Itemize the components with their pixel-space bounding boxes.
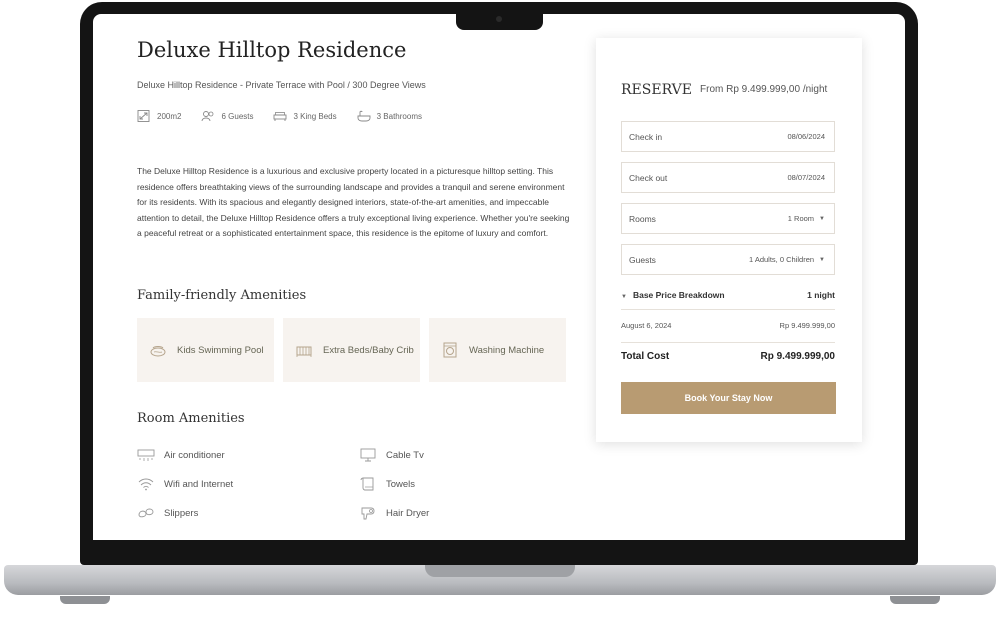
hair-dryer-icon <box>361 507 375 520</box>
room-amenity-label: Towels <box>386 478 416 490</box>
room-amenity-label: Slippers <box>164 507 199 519</box>
page-title: Deluxe Hilltop Residence <box>137 38 407 62</box>
bath-icon <box>357 110 371 122</box>
family-amenities-list: Kids Swimming Pool Extra Beds/Baby Crib … <box>137 318 566 382</box>
rooms-value: 1 Room <box>787 214 815 223</box>
amenity-label: Washing Machine <box>469 344 545 356</box>
page-subtitle: Deluxe Hilltop Residence - Private Terra… <box>137 80 426 90</box>
divider <box>621 342 835 343</box>
from-price: From Rp 9.499.999,00 /night <box>700 84 828 95</box>
total-cost-row: Total Cost Rp 9.499.999,00 <box>621 351 835 362</box>
check-out-value: 08/07/2024 <box>787 173 825 182</box>
spec-size: 200m2 <box>137 110 181 122</box>
spec-size-label: 200m2 <box>157 111 182 121</box>
tv-icon <box>360 448 376 462</box>
amenity-card-washing-machine: Washing Machine <box>429 318 566 382</box>
room-amenity-label: Hair Dryer <box>386 507 430 519</box>
breakdown-nights: 1 night <box>807 290 835 300</box>
guests-value: 1 Adults, 0 Children <box>749 255 815 264</box>
camera-notch <box>456 12 543 30</box>
reserve-heading: RESERVE <box>621 82 692 98</box>
rooms-label: Rooms <box>629 213 656 224</box>
room-amenity-label: Wifi and Internet <box>164 478 234 490</box>
property-specs: 200m2 6 Guests 3 King Beds 3 Bathrooms <box>137 110 422 122</box>
slippers-icon <box>138 508 154 518</box>
breakdown-label: Base Price Breakdown <box>632 290 725 300</box>
spec-guests-label: 6 Guests <box>221 111 254 121</box>
guests-label: Guests <box>629 254 656 265</box>
spec-guests: 6 Guests <box>201 110 253 122</box>
room-amenity-item: Cable Tv <box>359 448 424 462</box>
price-breakdown-toggle[interactable]: ▼ Base Price Breakdown 1 night <box>621 290 835 300</box>
total-label: Total Cost <box>621 351 670 362</box>
property-description: The Deluxe Hilltop Residence is a luxuri… <box>137 166 570 239</box>
reservation-card: RESERVE From Rp 9.499.999,00 /night Chec… <box>596 38 862 442</box>
room-amenity-item: Towels <box>359 477 415 491</box>
laptop-foot-left <box>60 596 110 604</box>
wifi-icon <box>138 478 154 491</box>
spec-bathrooms-label: 3 Bathrooms <box>376 111 422 121</box>
check-in-label: Check in <box>629 131 663 142</box>
guests-select[interactable]: Guests 1 Adults, 0 Children ▼ <box>621 244 835 275</box>
chevron-down-icon: ▼ <box>819 256 825 263</box>
room-amenity-item: Slippers <box>137 506 198 520</box>
family-amenities-heading: Family-friendly Amenities <box>137 288 307 303</box>
line-item-date: August 6, 2024 <box>621 321 672 330</box>
swimming-pool-icon <box>150 346 166 357</box>
bed-icon <box>274 112 287 121</box>
air-conditioner-icon <box>137 449 155 461</box>
room-amenity-label: Air conditioner <box>164 449 225 461</box>
check-out-field[interactable]: Check out 08/07/2024 <box>621 162 835 193</box>
check-in-field[interactable]: Check in 08/06/2024 <box>621 121 835 152</box>
spec-bathrooms: 3 Bathrooms <box>357 110 422 122</box>
room-amenities-heading: Room Amenities <box>137 411 245 426</box>
guests-icon <box>202 111 214 122</box>
line-item-price: Rp 9.499.999,00 <box>779 321 835 330</box>
laptop-foot-right <box>890 596 940 604</box>
crib-icon <box>296 346 312 357</box>
check-out-label: Check out <box>629 172 668 183</box>
chevron-down-icon: ▼ <box>621 294 627 300</box>
amenity-card-crib: Extra Beds/Baby Crib <box>283 318 420 382</box>
total-value: Rp 9.499.999,00 <box>760 351 836 362</box>
amenity-label: Kids Swimming Pool <box>177 344 264 356</box>
check-in-value: 08/06/2024 <box>787 132 825 141</box>
price-line-item: August 6, 2024 Rp 9.499.999,00 <box>621 321 835 330</box>
amenity-card-pool: Kids Swimming Pool <box>137 318 274 382</box>
washing-machine-icon <box>443 342 457 358</box>
room-amenity-item: Wifi and Internet <box>137 477 233 491</box>
towel-icon <box>360 477 374 491</box>
size-icon <box>137 110 150 122</box>
room-amenity-item: Air conditioner <box>137 448 225 462</box>
laptop-opening-notch <box>425 565 575 577</box>
rooms-select[interactable]: Rooms 1 Room ▼ <box>621 203 835 234</box>
room-amenity-item: Hair Dryer <box>359 506 429 520</box>
spec-beds: 3 King Beds <box>273 110 337 122</box>
camera-icon <box>496 16 502 22</box>
divider <box>621 309 835 310</box>
room-amenity-label: Cable Tv <box>386 449 424 461</box>
chevron-down-icon: ▼ <box>819 215 825 222</box>
amenity-label: Extra Beds/Baby Crib <box>323 344 414 356</box>
book-now-button[interactable]: Book Your Stay Now <box>621 382 836 414</box>
spec-beds-label: 3 King Beds <box>293 111 337 121</box>
screen: Deluxe Hilltop Residence Deluxe Hilltop … <box>93 14 905 540</box>
